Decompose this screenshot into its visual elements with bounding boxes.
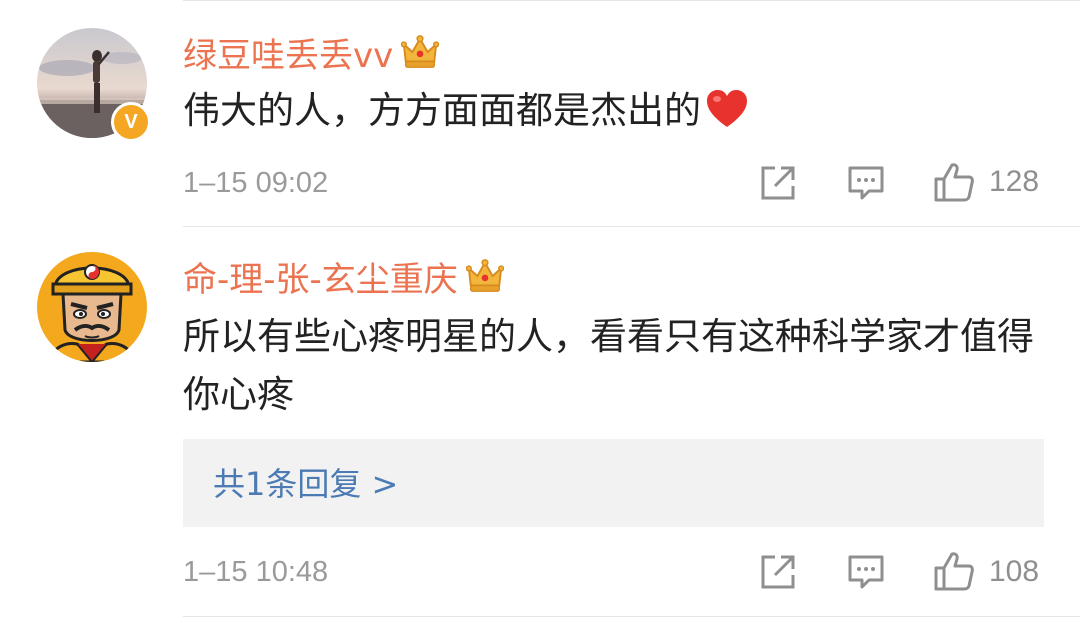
reply-summary-box[interactable]: 共1条回复 > <box>183 439 1044 527</box>
view-replies-link[interactable]: 共1条回复 > <box>213 464 398 504</box>
comment-username[interactable]: 绿豆哇丢丢vv <box>183 33 440 76</box>
crown-icon <box>465 259 504 292</box>
divider-top <box>183 0 1080 1</box>
comment-text: 伟大的人，方方面面都是杰出的 <box>183 82 1053 140</box>
like-count: 108 <box>989 555 1040 588</box>
avatar[interactable] <box>37 252 147 362</box>
share-icon[interactable] <box>759 164 797 202</box>
thumb-up-icon[interactable] <box>933 550 975 592</box>
comment-text-content: 伟大的人，方方面面都是杰出的 <box>183 89 701 132</box>
avatar-cartoon <box>37 252 147 362</box>
avatar[interactable]: V <box>37 28 151 142</box>
divider <box>183 616 1080 617</box>
comment-timestamp: 1–15 10:48 <box>183 556 329 588</box>
like-count: 128 <box>989 165 1040 198</box>
comment-timestamp: 1–15 09:02 <box>183 167 329 199</box>
share-icon[interactable] <box>759 553 797 591</box>
heart-icon <box>707 90 747 127</box>
username-text: 绿豆哇丢丢vv <box>183 36 394 76</box>
comment-icon[interactable] <box>847 164 885 202</box>
verified-badge: V <box>111 102 151 142</box>
crown-icon <box>401 35 440 68</box>
comment-text: 所以有些心疼明星的人，看看只有这种科学家才值得你心疼 <box>183 315 1034 416</box>
username-text: 命-理-张-玄尘重庆 <box>183 260 458 300</box>
divider <box>183 226 1080 227</box>
comment-username[interactable]: 命-理-张-玄尘重庆 <box>183 257 504 300</box>
thumb-up-icon[interactable] <box>933 161 975 203</box>
comment-icon[interactable] <box>847 553 885 591</box>
